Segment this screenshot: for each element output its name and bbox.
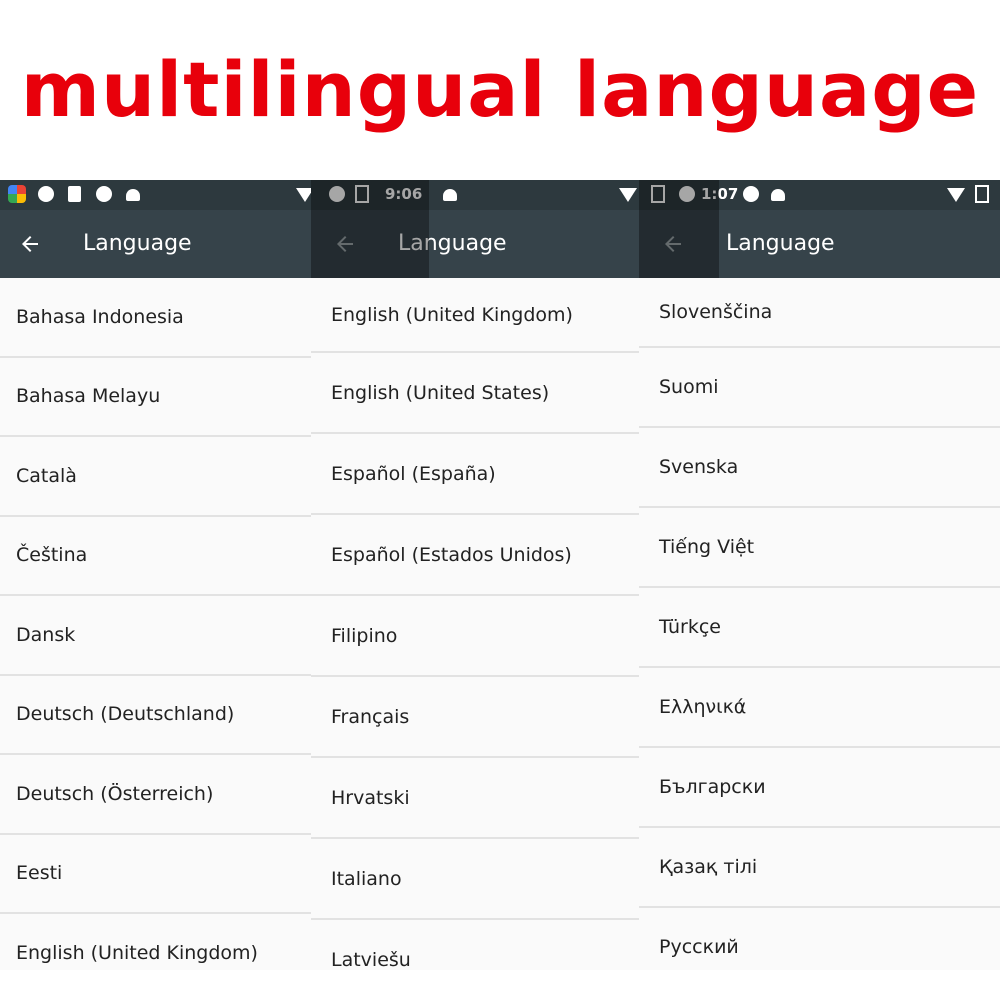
page-headline: multilingual language [20, 45, 980, 134]
language-screen-1: Language Bahasa Indonesia Bahasa Melayu … [0, 180, 311, 970]
language-item[interactable]: Русский [639, 908, 1000, 970]
language-item[interactable]: Қазақ тілі [639, 828, 1000, 908]
language-list: Slovenščina Suomi Svenska Tiếng Việt Tür… [639, 278, 1000, 970]
app-bar: Language [0, 210, 311, 278]
shade-overlay [311, 180, 429, 278]
wifi-icon [947, 188, 965, 202]
language-item[interactable]: English (United Kingdom) [311, 278, 640, 353]
language-item[interactable]: Català [0, 437, 311, 517]
language-item[interactable]: Български [639, 748, 1000, 828]
language-item[interactable]: Dansk [0, 596, 311, 676]
language-list: Bahasa Indonesia Bahasa Melayu Català Če… [0, 278, 311, 970]
back-arrow-icon[interactable] [18, 232, 42, 256]
language-list: English (United Kingdom) English (United… [311, 278, 640, 970]
notification-icon [38, 186, 54, 202]
photos-icon [8, 185, 26, 203]
language-item[interactable]: Deutsch (Österreich) [0, 755, 311, 835]
android-icon [771, 189, 785, 201]
language-item[interactable]: Tiếng Việt [639, 508, 1000, 588]
fire-icon [96, 186, 112, 202]
language-item[interactable]: Ελληνικά [639, 668, 1000, 748]
language-item[interactable]: Čeština [0, 517, 311, 596]
page-title: Language [726, 231, 835, 256]
language-item[interactable]: Türkçe [639, 588, 1000, 668]
battery-icon [975, 185, 989, 203]
notification-icon [743, 186, 759, 202]
wifi-icon [619, 188, 637, 202]
language-item[interactable]: Deutsch (Deutschland) [0, 676, 311, 755]
language-item[interactable]: Suomi [639, 348, 1000, 428]
language-item[interactable]: Hrvatski [311, 758, 640, 839]
language-item[interactable]: English (United Kingdom) [0, 914, 311, 970]
language-screen-2: 9:06 Language English (United Kingdom) E… [311, 180, 640, 970]
language-item[interactable]: Español (Estados Unidos) [311, 515, 640, 596]
android-icon [126, 189, 140, 201]
wifi-icon [296, 188, 311, 202]
language-item[interactable]: Español (España) [311, 434, 640, 515]
sd-card-icon [68, 186, 81, 202]
language-item[interactable]: Filipino [311, 596, 640, 677]
language-item[interactable]: English (United States) [311, 353, 640, 434]
language-item[interactable]: Eesti [0, 835, 311, 914]
language-item[interactable]: Français [311, 677, 640, 758]
language-screen-3: 1:07 Language Slovenščina Suomi Svenska … [639, 180, 1000, 970]
language-item[interactable]: Latviešu [311, 920, 640, 971]
language-item[interactable]: Bahasa Indonesia [0, 278, 311, 358]
page-title: Language [83, 231, 192, 256]
language-item[interactable]: Slovenščina [639, 278, 1000, 348]
language-item[interactable]: Bahasa Melayu [0, 358, 311, 437]
language-item[interactable]: Svenska [639, 428, 1000, 508]
android-icon [443, 189, 457, 201]
status-bar [0, 180, 311, 210]
shade-overlay [639, 180, 719, 278]
language-item[interactable]: Italiano [311, 839, 640, 920]
